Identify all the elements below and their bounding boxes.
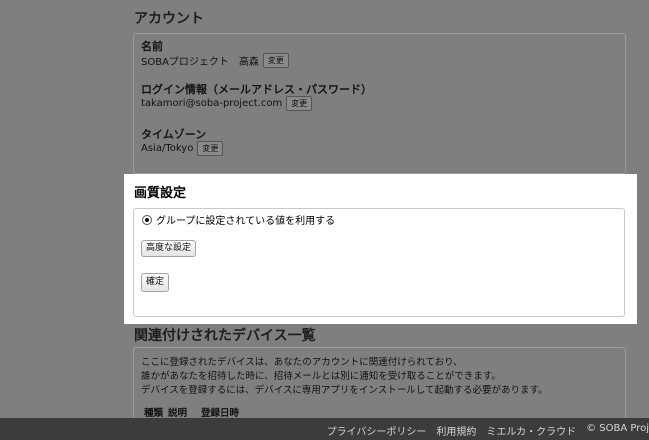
devices-panel: ここに登録されたデバイスは、あなたのアカウントに関連付けられており、 誰かがあな… bbox=[133, 347, 626, 419]
privacy-policy-link[interactable]: プライバシーポリシー bbox=[327, 423, 427, 438]
copyright-text: © SOBA Proj bbox=[586, 423, 649, 434]
change-timezone-button[interactable]: 変更 bbox=[197, 141, 224, 156]
name-value: SOBAプロジェクト 高森 bbox=[141, 57, 259, 68]
quality-section-title: 画質設定 bbox=[134, 186, 187, 201]
login-value: takamori@soba-project.com bbox=[141, 98, 283, 109]
change-login-button[interactable]: 変更 bbox=[286, 96, 313, 111]
devices-description-line-1: ここに登録されたデバイスは、あなたのアカウントに関連付けられており、 bbox=[141, 357, 463, 368]
account-section-title: アカウント bbox=[134, 11, 204, 27]
use-group-value-option[interactable]: グループに設定されている値を利用する bbox=[142, 212, 335, 227]
login-value-row: takamori@soba-project.com 変更 bbox=[141, 96, 313, 111]
account-panel: 名前 SOBAプロジェクト 高森 変更 ログイン情報（メールアドレス・パスワード… bbox=[133, 33, 626, 174]
devices-section-title: 関連付けされたデバイス一覧 bbox=[134, 328, 316, 344]
column-header-type: 種類 bbox=[144, 408, 164, 419]
quality-settings-section: 画質設定 グループに設定されている値を利用する 高度な設定 確定 bbox=[124, 174, 637, 324]
login-label: ログイン情報（メールアドレス・パスワード） bbox=[141, 83, 372, 96]
radio-selected-icon[interactable] bbox=[142, 214, 152, 225]
devices-description-line-2: 誰かがあなたを招待した時に、招待メールとは別に通知を受け取ることができます。 bbox=[141, 371, 501, 382]
column-header-description: 説明 bbox=[168, 408, 188, 419]
name-value-row: SOBAプロジェクト 高森 変更 bbox=[141, 53, 289, 68]
timezone-value-row: Asia/Tokyo 変更 bbox=[141, 141, 224, 156]
name-label: 名前 bbox=[141, 40, 163, 53]
timezone-label: タイムゾーン bbox=[141, 128, 207, 141]
footer: プライバシーポリシー 利用規約 ミエルカ・クラウド © SOBA Proj bbox=[0, 418, 649, 440]
footer-links: プライバシーポリシー 利用規約 ミエルカ・クラウド © SOBA Proj bbox=[327, 423, 649, 438]
quality-panel: グループに設定されている値を利用する 高度な設定 確定 bbox=[133, 208, 625, 317]
timezone-value: Asia/Tokyo bbox=[141, 143, 194, 154]
devices-description-line-3: デバイスを登録するには、デバイスに専用アプリをインストールして起動する必要があり… bbox=[141, 385, 548, 396]
column-header-registered-at: 登録日時 bbox=[201, 408, 240, 419]
advanced-settings-button[interactable]: 高度な設定 bbox=[141, 240, 197, 257]
mieruka-cloud-link[interactable]: ミエルカ・クラウド bbox=[486, 423, 576, 438]
change-name-button[interactable]: 変更 bbox=[262, 53, 289, 68]
confirm-button[interactable]: 確定 bbox=[141, 273, 170, 292]
use-group-value-label: グループに設定されている値を利用する bbox=[156, 216, 336, 227]
terms-link[interactable]: 利用規約 bbox=[436, 423, 476, 438]
